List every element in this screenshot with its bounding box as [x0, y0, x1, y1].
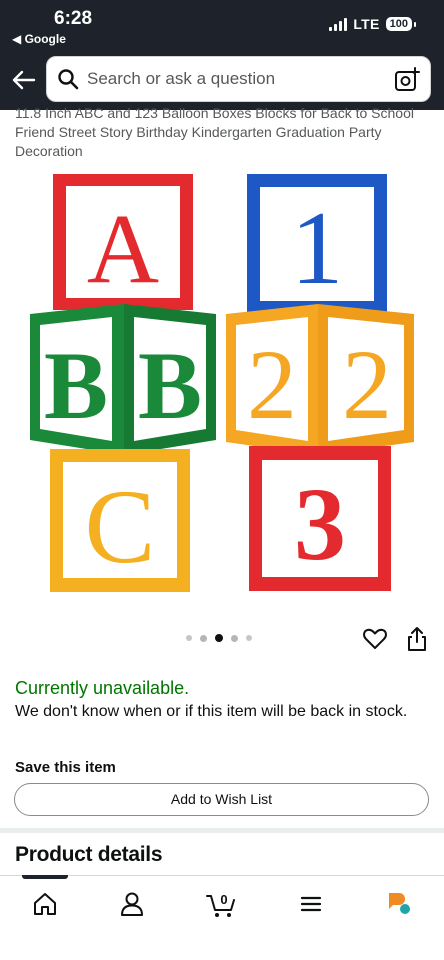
block-letter-b-left: B: [44, 332, 108, 439]
cart-icon[interactable]: 0: [205, 889, 239, 919]
share-icon[interactable]: [405, 626, 429, 652]
product-details-heading[interactable]: Product details: [15, 843, 163, 867]
rufus-icon[interactable]: [384, 889, 414, 919]
search-input[interactable]: [87, 69, 377, 89]
active-tab-indicator: [22, 875, 68, 879]
status-bar: 6:28 ◀ Google LTE 100: [0, 0, 444, 50]
block-number-3: 3: [294, 467, 346, 582]
block-number-2-right: 2: [342, 329, 392, 440]
back-to-app-link[interactable]: ◀ Google: [12, 32, 66, 46]
network-label: LTE: [353, 16, 380, 32]
block-1: 1: [247, 174, 387, 314]
top-header: [0, 50, 444, 110]
block-3: 3: [249, 446, 391, 591]
block-letter-c: C: [85, 468, 156, 585]
battery-icon: 100: [385, 17, 417, 31]
carousel-dot[interactable]: [200, 634, 207, 642]
bottom-nav-bar: 0: [0, 875, 444, 960]
status-indicators: LTE 100: [329, 16, 417, 32]
block-letter-b-right: B: [138, 332, 202, 439]
status-time: 6:28: [54, 8, 93, 29]
search-bar[interactable]: [46, 56, 431, 102]
availability-message: We don't know when or if this item will …: [15, 703, 408, 720]
block-letter-a: A: [87, 193, 159, 304]
menu-icon[interactable]: [296, 889, 326, 919]
block-number-1: 1: [291, 189, 344, 306]
block-a: A: [53, 174, 193, 310]
block-2: 2 2: [226, 304, 414, 455]
product-title: 11.8 Inch ABC and 123 Balloon Boxes Bloc…: [15, 105, 414, 159]
add-to-wish-list-button[interactable]: Add to Wish List: [14, 783, 429, 816]
availability-status: Currently unavailable.: [15, 678, 190, 698]
block-c: C: [50, 449, 190, 592]
carousel-dot[interactable]: [231, 634, 238, 642]
carousel-dot-active[interactable]: [215, 634, 223, 642]
block-b: B B: [30, 304, 216, 455]
block-number-2-left: 2: [247, 329, 297, 440]
search-icon: [58, 69, 79, 90]
arrow-left-icon[interactable]: [10, 66, 38, 94]
section-divider: [0, 828, 444, 833]
account-icon[interactable]: [117, 889, 147, 919]
product-image[interactable]: A 1 B B 2 2 C 3: [28, 170, 416, 595]
carousel-dot[interactable]: [246, 635, 252, 641]
heart-icon[interactable]: [362, 626, 388, 652]
carousel-dot[interactable]: [186, 635, 192, 641]
cart-count: 0: [220, 892, 227, 907]
signal-icon: [329, 17, 348, 31]
home-icon[interactable]: [30, 889, 60, 919]
save-item-heading: Save this item: [15, 759, 116, 776]
image-carousel-dots[interactable]: [186, 634, 252, 642]
camera-search-icon[interactable]: [394, 67, 420, 93]
